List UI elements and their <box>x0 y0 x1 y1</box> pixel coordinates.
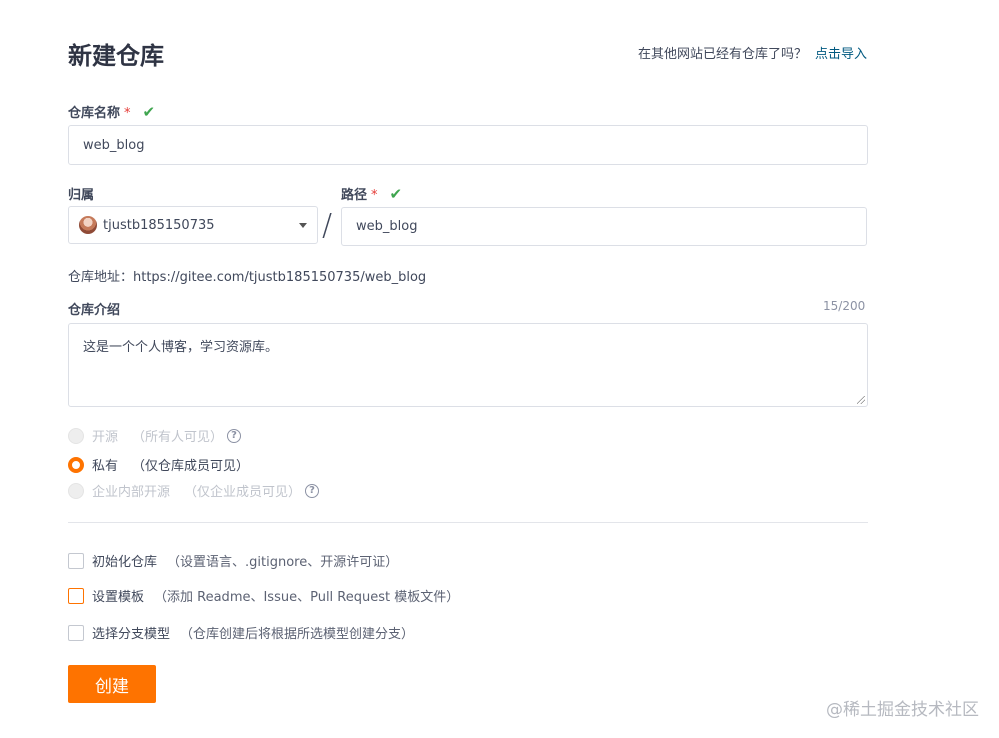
import-hint-text: 在其他网站已经有仓库了吗？ <box>637 47 807 62</box>
owner-value: tjustb185150735 <box>103 217 215 233</box>
checkbox[interactable] <box>68 587 84 604</box>
avatar <box>79 216 97 234</box>
radio-public[interactable]: 开源 （所有人可见） ? <box>68 426 242 445</box>
watermark: @稀土掘金技术社区 <box>826 700 979 720</box>
owner-label: 归属 <box>68 188 95 203</box>
page-title: 新建仓库 <box>68 42 164 70</box>
radio-label: 开源 <box>92 430 119 445</box>
option-label: 初始化仓库 <box>92 555 158 570</box>
import-link[interactable]: 点击导入 <box>815 47 867 62</box>
option-label: 选择分支模型 <box>92 627 171 642</box>
radio-label: 私有 <box>92 459 119 474</box>
radio-button[interactable] <box>68 456 84 473</box>
required-mark: * <box>371 188 378 203</box>
path-input[interactable]: web_blog <box>341 207 867 246</box>
radio-private[interactable]: 私有 （仅仓库成员可见） <box>68 455 249 474</box>
check-icon: ✔ <box>142 103 156 121</box>
radio-button[interactable] <box>68 427 84 444</box>
caret-down-icon <box>299 223 307 228</box>
option-branch-model[interactable]: 选择分支模型 （仓库创建后将根据所选模型创建分支） <box>68 623 414 642</box>
option-init-repo[interactable]: 初始化仓库 （设置语言、.gitignore、开源许可证） <box>68 551 398 570</box>
radio-label: 企业内部开源 <box>92 485 171 500</box>
checkbox[interactable] <box>68 624 84 641</box>
import-hint: 在其他网站已经有仓库了吗？ 点击导入 <box>638 43 867 62</box>
option-template[interactable]: 设置模板 （添加 Readme、Issue、Pull Request 模板文件） <box>68 586 459 605</box>
owner-select[interactable]: tjustb185150735 <box>68 206 318 244</box>
path-separator: / <box>322 208 333 243</box>
divider <box>68 522 868 523</box>
radio-desc: （仅企业成员可见） <box>184 485 302 500</box>
check-icon: ✔ <box>389 185 403 203</box>
radio-desc: （仅仓库成员可见） <box>132 459 250 474</box>
option-desc: （仓库创建后将根据所选模型创建分支） <box>180 627 415 642</box>
option-label: 设置模板 <box>92 590 145 605</box>
question-circle-icon[interactable]: ? <box>227 428 242 443</box>
repo-url: 仓库地址：https://gitee.com/tjustb185150735/w… <box>68 270 427 285</box>
radio-internal[interactable]: 企业内部开源 （仅企业成员可见） ? <box>68 481 320 500</box>
description-counter: 15/200 <box>823 299 866 313</box>
description-value: 这是一个个人博客，学习资源库。 <box>83 340 279 355</box>
checkbox[interactable] <box>68 552 84 569</box>
repo-name-value: web_blog <box>83 137 145 153</box>
path-label: 路径 * ✔ <box>341 184 402 203</box>
path-label-text: 路径 <box>341 188 368 203</box>
repo-name-label-text: 仓库名称 <box>68 106 121 121</box>
repo-name-label: 仓库名称 * ✔ <box>68 102 155 121</box>
description-textarea[interactable]: 这是一个个人博客，学习资源库。 <box>68 323 868 407</box>
repo-name-input[interactable]: web_blog <box>68 125 868 165</box>
radio-desc: （所有人可见） <box>132 430 224 445</box>
question-circle-icon[interactable]: ? <box>305 483 320 498</box>
create-button[interactable]: 创建 <box>68 665 156 703</box>
option-desc: （添加 Readme、Issue、Pull Request 模板文件） <box>154 590 460 605</box>
required-mark: * <box>124 106 131 121</box>
option-desc: （设置语言、.gitignore、开源许可证） <box>167 555 399 570</box>
path-value: web_blog <box>356 219 418 234</box>
resize-handle[interactable] <box>857 396 865 404</box>
description-label: 仓库介绍 <box>68 303 121 318</box>
radio-button[interactable] <box>68 482 84 499</box>
